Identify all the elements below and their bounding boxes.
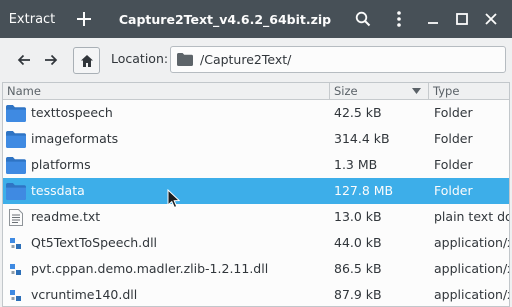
sort-descending-icon [412,88,421,94]
mouse-cursor-icon [167,189,180,209]
file-size: 86.5 kB [334,261,382,276]
home-button[interactable] [73,47,100,74]
file-row[interactable]: imageformats 314.4 kB Folder [3,126,509,152]
location-path: /Capture2Text/ [200,52,292,67]
file-row[interactable]: tessdata 127.8 MB Folder [3,178,509,204]
forward-button[interactable] [38,47,64,73]
file-size: 13.0 kB [334,209,382,224]
close-icon [485,13,497,25]
file-size: 44.0 kB [334,235,382,250]
folder-icon [6,178,26,204]
file-name: Qt5TextToSpeech.dll [31,235,158,250]
column-size-label: Size [334,84,358,98]
file-type: Folder [434,105,473,120]
column-header: Name Size Type [3,83,509,100]
search-button[interactable] [350,0,376,38]
file-name: pvt.cppan.demo.madler.zlib-1.2.11.dll [31,261,269,276]
maximize-icon [456,13,468,25]
file-type: plain text doc [434,209,509,224]
window-title: Capture2Text_v4.6.2_64bit.zip [118,11,332,27]
minimize-button[interactable] [420,0,446,38]
column-name[interactable]: Name [3,83,330,100]
file-size: 127.8 MB [334,183,394,198]
file-name: platforms [31,157,91,172]
arrow-right-icon [45,54,58,66]
arrow-left-icon [17,54,30,66]
location-toolbar: Location: /Capture2Text/ [0,38,512,82]
file-size: 42.5 kB [334,105,382,120]
file-row[interactable]: pvt.cppan.demo.madler.zlib-1.2.11.dll 86.… [3,256,509,282]
folder-icon [6,126,26,152]
file-type: Folder [434,157,473,172]
location-label: Location: [111,51,169,66]
title-bar: Extract Capture2Text_v4.6.2_64bit.zip [0,0,512,38]
file-type: Folder [434,131,473,146]
file-name: texttospeech [31,105,113,120]
file-row[interactable]: Qt5TextToSpeech.dll 44.0 kB application/x- [3,230,509,256]
menu-button[interactable] [386,0,412,38]
text-file-icon [6,204,26,230]
file-type: application/x- [434,261,509,276]
file-row[interactable]: texttospeech 42.5 kB Folder [3,100,509,126]
home-icon [80,54,93,67]
location-field[interactable]: /Capture2Text/ [170,46,506,73]
file-name: vcruntime140.dll [31,287,138,302]
minimize-icon [428,22,438,24]
file-list[interactable]: Name Size Type texttospeech 42.5 kB Folder… [2,82,510,307]
maximize-button[interactable] [449,0,475,38]
file-size: 87.9 kB [334,287,382,302]
dll-file-icon [6,256,26,282]
file-row[interactable]: vcruntime140.dll 87.9 kB application/x- [3,282,509,306]
kebab-menu-icon [397,11,401,27]
extract-button[interactable]: Extract [0,0,64,38]
column-size[interactable]: Size [330,83,429,100]
folder-icon [177,53,193,66]
file-row[interactable]: readme.txt13.0 kBplain text doc [3,204,509,230]
file-size: 1.3 MB [334,157,378,172]
back-button[interactable] [11,47,37,73]
folder-icon [6,100,26,126]
dll-file-icon [6,230,26,256]
plus-icon [77,12,91,26]
file-type: application/x- [434,235,509,250]
file-type: application/x- [434,287,509,302]
close-button[interactable] [478,0,504,38]
search-icon [355,11,371,27]
file-name: imageformats [31,131,119,146]
file-type: Folder [434,183,473,198]
dll-file-icon [6,282,26,306]
add-files-button[interactable] [70,0,98,38]
column-type[interactable]: Type [429,83,509,100]
file-row[interactable]: platforms 1.3 MB Folder [3,152,509,178]
file-size: 314.4 kB [334,131,390,146]
folder-icon [6,152,26,178]
